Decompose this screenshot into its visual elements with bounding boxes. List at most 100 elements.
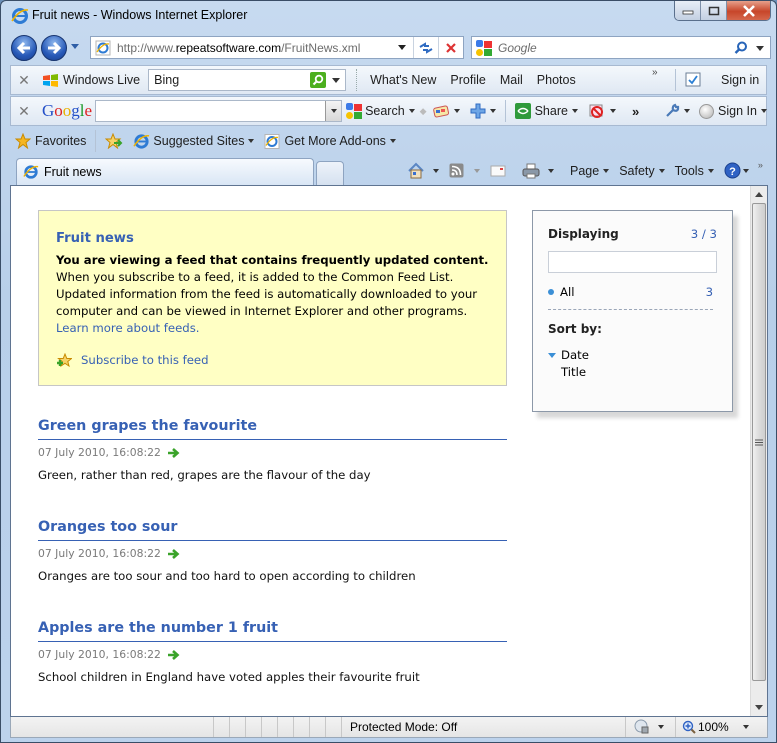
go-arrow-icon[interactable] [167, 548, 180, 560]
more-links-chevron-icon[interactable]: » [652, 67, 658, 78]
google-brand-logo[interactable]: Google [37, 101, 95, 121]
feed-item-title[interactable]: Apples are the number 1 fruit [38, 620, 507, 642]
stop-button[interactable] [438, 37, 462, 58]
feed-item-title[interactable]: Oranges too sour [38, 519, 507, 541]
add-to-favorites-bar-button[interactable] [100, 133, 128, 149]
print-button[interactable] [517, 163, 559, 179]
recent-pages-dropdown[interactable] [71, 44, 79, 49]
feed-item: Oranges too sour 07 July 2010, 16:08:22 … [38, 519, 507, 583]
bing-search-input[interactable]: Bing [148, 69, 347, 91]
zoom-level-button[interactable]: 100% [675, 717, 769, 737]
learn-more-link[interactable]: Learn more about feeds. [56, 321, 200, 335]
read-mail-button[interactable] [485, 164, 511, 177]
protected-mode-status[interactable]: Protected Mode: Off [341, 717, 641, 737]
google-sign-in-button[interactable]: Sign In [694, 103, 772, 119]
new-tab-button[interactable] [316, 161, 344, 185]
google-search-button[interactable]: Search [342, 103, 420, 119]
maximize-icon [708, 6, 719, 15]
bing-search-button[interactable] [310, 72, 327, 88]
home-button[interactable] [402, 162, 444, 179]
favorites-bar: Favorites Suggested Sites Get More Add-o… [10, 128, 767, 154]
get-more-addons-button[interactable]: Get More Add-ons [259, 133, 400, 150]
go-arrow-icon[interactable] [167, 447, 180, 459]
ie-logo-icon [133, 133, 150, 149]
address-bar[interactable]: http://www.repeatsoftware.com/FruitNews.… [90, 36, 464, 59]
vertical-scrollbar[interactable] [750, 186, 767, 716]
go-arrow-icon[interactable] [167, 649, 180, 661]
sort-title-option[interactable]: Title [548, 365, 717, 379]
chevron-up-icon [755, 192, 763, 197]
feed-item: Apples are the number 1 fruit 07 July 20… [38, 620, 507, 684]
windows-live-calendar-icon[interactable] [685, 72, 701, 90]
popup-blocker-button[interactable] [583, 103, 621, 119]
all-label: All [560, 285, 575, 299]
sort-date-option[interactable]: Date [548, 348, 717, 362]
scroll-up-button[interactable] [751, 186, 767, 203]
suggested-sites-label: Suggested Sites [153, 134, 245, 148]
subscribe-link[interactable]: Subscribe to this feed [56, 352, 209, 369]
safety-menu-button[interactable]: Safety [614, 164, 669, 178]
stop-icon [445, 42, 456, 53]
profile-link[interactable]: Profile [445, 73, 490, 87]
whats-new-link[interactable]: What's New [365, 73, 441, 87]
search-icon[interactable] [734, 41, 748, 55]
compatibility-button[interactable] [413, 37, 437, 58]
settings-button[interactable] [659, 103, 695, 119]
minimize-button[interactable] [675, 1, 701, 20]
page-menu-button[interactable]: Page [565, 164, 614, 178]
help-icon: ? [724, 162, 741, 179]
more-tools-chevron[interactable]: » [627, 104, 644, 119]
feed-info-headline: You are viewing a feed that contains fre… [56, 253, 489, 267]
add-button[interactable] [465, 103, 501, 119]
address-url[interactable]: http://www.repeatsoftware.com/FruitNews.… [117, 41, 360, 55]
filter-all[interactable]: All 3 [548, 285, 717, 299]
tab-fruit-news[interactable]: Fruit news [16, 158, 314, 185]
close-toolbar-button[interactable]: ✕ [11, 103, 37, 120]
address-dropdown[interactable] [398, 45, 406, 50]
google-search-dropdown[interactable] [325, 101, 342, 121]
bing-dropdown[interactable] [332, 78, 341, 83]
minimize-icon [682, 10, 693, 14]
feeds-button[interactable] [444, 163, 485, 178]
maximize-button[interactable] [701, 1, 727, 20]
mail-link[interactable]: Mail [495, 73, 528, 87]
windows-live-brand[interactable]: Windows Live [37, 73, 145, 88]
title-bar: Fruit news - Windows Internet Explorer [1, 1, 776, 31]
share-button[interactable]: Share [510, 103, 583, 119]
browser-window: Fruit news - Windows Internet Explorer h… [0, 0, 777, 743]
search-options-dropdown[interactable] [756, 46, 764, 51]
close-button[interactable] [727, 1, 770, 20]
close-icon [742, 4, 755, 17]
security-zone-button[interactable] [625, 717, 675, 737]
avatar-icon [699, 103, 714, 119]
help-button[interactable]: ? [719, 162, 754, 179]
close-toolbar-button[interactable]: ✕ [11, 72, 37, 89]
svg-text:?: ? [729, 166, 736, 178]
chevron-down-icon [755, 705, 763, 710]
bookmarks-button[interactable] [427, 104, 465, 118]
feed-title: Fruit news [56, 231, 134, 246]
globe-lock-icon [634, 719, 649, 734]
scroll-down-button[interactable] [751, 699, 767, 716]
scrollbar-thumb[interactable] [752, 203, 766, 681]
sort-descending-icon [548, 352, 556, 358]
filter-panel: Displaying 3 / 3 All 3 Sort by: Date Tit… [532, 210, 733, 412]
more-commands-chevron-icon[interactable]: » [758, 160, 763, 170]
suggested-sites-button[interactable]: Suggested Sites [128, 133, 259, 150]
photos-link[interactable]: Photos [532, 73, 581, 87]
google-search-input[interactable] [95, 100, 343, 122]
mail-icon [490, 165, 506, 177]
filter-input[interactable] [548, 251, 717, 273]
navigation-bar: http://www.repeatsoftware.com/FruitNews.… [1, 34, 776, 62]
ie-logo-icon [11, 8, 29, 24]
feed-item-date: 07 July 2010, 16:08:22 [38, 547, 161, 560]
feed-item-title[interactable]: Green grapes the favourite [38, 418, 507, 440]
separator-handle-icon: ◆ [419, 105, 427, 116]
forward-button[interactable] [41, 35, 67, 61]
favorites-button[interactable]: Favorites [10, 133, 91, 149]
favorites-label: Favorites [35, 134, 87, 148]
tools-menu-button[interactable]: Tools [670, 164, 719, 178]
search-input[interactable]: Google [471, 36, 771, 59]
back-button[interactable] [11, 35, 37, 61]
windows-live-sign-in[interactable]: Sign in [721, 73, 759, 87]
